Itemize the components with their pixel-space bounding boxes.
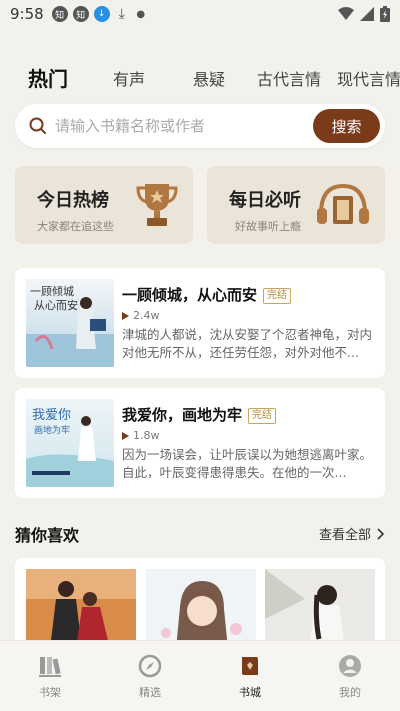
play-count-value: 2.4w <box>133 309 160 322</box>
trophy-icon <box>136 184 178 226</box>
search-icon <box>29 117 46 134</box>
completed-badge: 完结 <box>248 407 277 424</box>
headphones-icon <box>317 183 369 224</box>
chevron-right-icon <box>377 527 385 540</box>
tab-mystery[interactable]: 悬疑 <box>193 66 225 90</box>
app-notification-icon: 知 <box>72 6 89 22</box>
play-count-value: 1.8w <box>133 429 160 442</box>
book-title[interactable]: 我爱你，画地为牢 完结 <box>122 404 277 425</box>
book-cover[interactable]: 我爱你 画地为牢 <box>26 399 114 487</box>
more-dot-icon: ● <box>136 8 146 20</box>
book-description: 因为一场误会，让叶辰误以为她想逃离叶家。自此，叶辰变得患得患失。在他的一次... <box>122 447 373 480</box>
battery-icon <box>380 6 390 22</box>
wifi-icon <box>338 7 354 20</box>
view-all-link[interactable]: 查看全部 <box>319 524 385 543</box>
recommendation-cover[interactable] <box>146 569 256 648</box>
tab-audio[interactable]: 有声 <box>113 66 145 90</box>
completed-badge: 完结 <box>263 287 292 304</box>
tab-modern-romance[interactable]: 现代言情 <box>337 66 400 90</box>
play-count: 1.8w <box>122 429 160 442</box>
daily-listen-card[interactable]: 每日必听 好故事听上瘾 <box>207 166 385 244</box>
notification-icons: 知 知 ↓ ⤓ ● <box>51 6 148 22</box>
app-notification-icon: 知 <box>51 6 68 22</box>
book-card[interactable]: 一顾倾城 从心而安 一顾倾城，从心而安 完结 2.4w 津城的人都说，沈从安娶了个… <box>15 268 385 378</box>
section-title: 猜你喜欢 <box>15 526 80 545</box>
status-time: 9:58 <box>10 5 44 23</box>
nav-label: 我的 <box>339 686 361 699</box>
nav-profile[interactable]: 我的 <box>300 641 400 711</box>
tab-ancient-romance[interactable]: 古代言情 <box>257 66 321 90</box>
svg-text:从心而安: 从心而安 <box>34 298 78 312</box>
svg-text:画地为牢: 画地为牢 <box>34 424 70 436</box>
book-cover[interactable]: 一顾倾城 从心而安 <box>26 279 114 367</box>
play-icon <box>122 431 129 440</box>
book-description: 津城的人都说，沈从安娶了个忍者神龟，对内对他无所不从，还任劳任怨，对外对他不..… <box>122 327 373 360</box>
svg-text:我爱你: 我爱你 <box>32 408 71 423</box>
svg-text:一顾倾城: 一顾倾城 <box>30 285 74 298</box>
bottom-nav: 书架 精选 书城 我的 <box>0 640 400 711</box>
book-title-text: 我爱你，画地为牢 <box>122 406 243 424</box>
search-bar: 搜索 <box>15 104 385 148</box>
system-icons <box>338 6 390 22</box>
recommendation-cover[interactable] <box>26 569 136 648</box>
nav-label: 精选 <box>139 686 161 699</box>
recommendation-cover[interactable] <box>265 569 375 648</box>
category-tabs: 热门 有声 悬疑 古代言情 现代言情 <box>0 56 400 96</box>
hot-list-card[interactable]: 今日热榜 大家都在追这些 <box>15 166 193 244</box>
book-title-text: 一顾倾城，从心而安 <box>122 286 258 304</box>
book-title[interactable]: 一顾倾城，从心而安 完结 <box>122 284 292 305</box>
download-icon: ⤓ <box>118 6 125 22</box>
compass-icon <box>138 654 162 678</box>
signal-icon <box>360 7 374 21</box>
play-count: 2.4w <box>122 309 160 322</box>
search-button[interactable]: 搜索 <box>313 109 380 143</box>
search-input[interactable] <box>55 117 313 135</box>
book-store-icon <box>242 657 258 675</box>
nav-featured[interactable]: 精选 <box>100 641 200 711</box>
bookshelf-icon <box>39 657 61 677</box>
nav-label: 书架 <box>39 686 61 699</box>
profile-icon <box>339 655 361 677</box>
nav-label: 书城 <box>239 686 261 699</box>
download-notification-icon: ↓ <box>93 6 110 22</box>
status-bar: 9:58 知 知 ↓ ⤓ ● <box>0 0 400 28</box>
book-card[interactable]: 我爱你 画地为牢 我爱你，画地为牢 完结 1.8w 因为一场误会，让叶辰误以为她想… <box>15 388 385 498</box>
view-all-label: 查看全部 <box>318 528 371 543</box>
nav-bookstore[interactable]: 书城 <box>200 641 300 711</box>
play-icon <box>122 311 129 320</box>
nav-bookshelf[interactable]: 书架 <box>0 641 100 711</box>
tab-hot[interactable]: 热门 <box>28 63 68 92</box>
recommendation-list <box>15 558 385 648</box>
